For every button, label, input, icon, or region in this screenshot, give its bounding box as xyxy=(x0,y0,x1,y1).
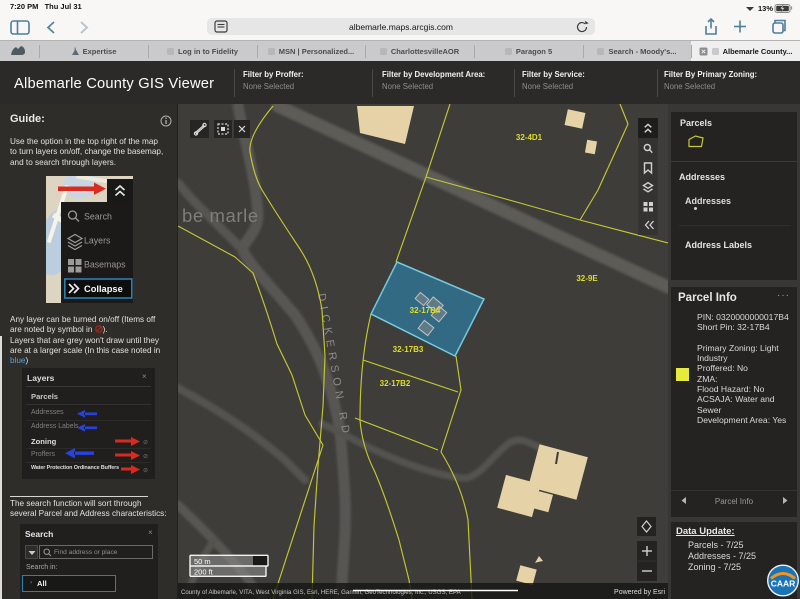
svg-text:32-17B3: 32-17B3 xyxy=(393,345,424,354)
svg-text:32-17B2: 32-17B2 xyxy=(380,379,411,388)
svg-text:⊘: ⊘ xyxy=(143,468,148,474)
svg-text:32-4D1: 32-4D1 xyxy=(516,133,543,142)
svg-text:Powered by Esri: Powered by Esri xyxy=(614,589,665,596)
svg-text:32-9E: 32-9E xyxy=(576,274,598,283)
svg-text:Collapse: Collapse xyxy=(84,284,123,294)
svg-text:Basemaps: Basemaps xyxy=(84,260,126,270)
svg-text:be marle: be marle xyxy=(182,205,259,226)
svg-text:50 m: 50 m xyxy=(194,557,211,566)
svg-text:⊘: ⊘ xyxy=(143,454,148,460)
svg-text:13%: 13% xyxy=(758,4,773,13)
svg-text:CAAR: CAAR xyxy=(771,579,796,589)
svg-text:Search: Search xyxy=(84,212,112,222)
svg-text:Layers: Layers xyxy=(84,236,111,246)
svg-text:32-17B4: 32-17B4 xyxy=(410,306,441,315)
svg-text:⊘: ⊘ xyxy=(143,440,148,446)
svg-text:200 ft: 200 ft xyxy=(194,568,214,577)
